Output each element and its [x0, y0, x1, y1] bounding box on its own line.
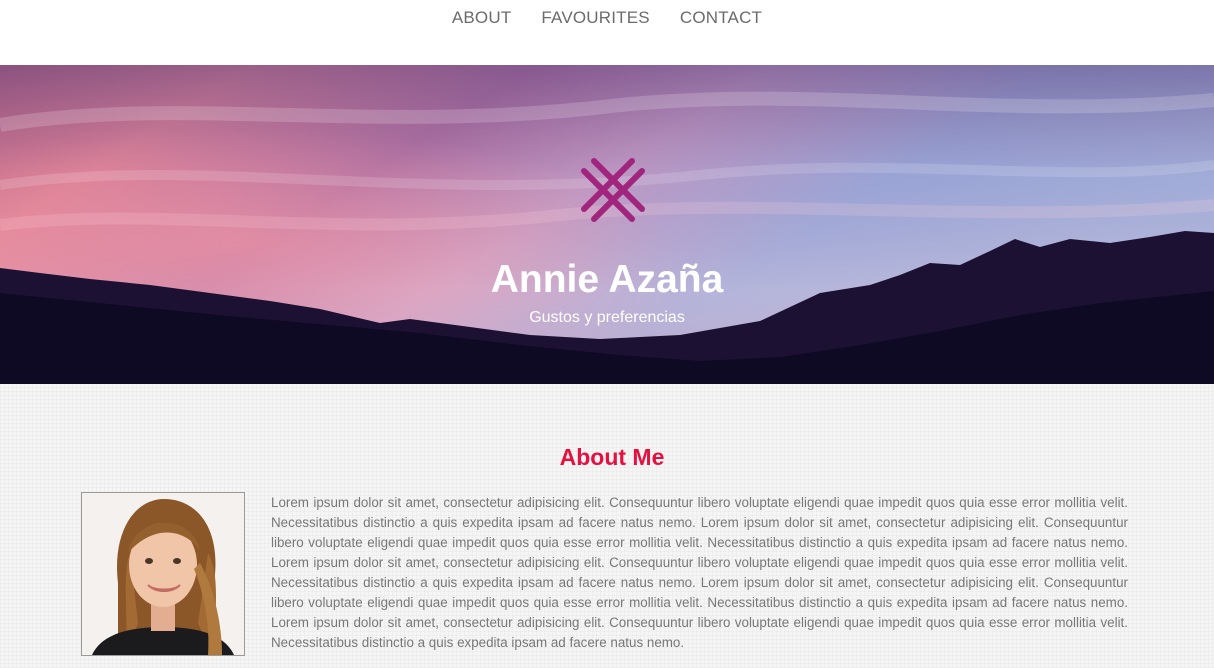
about-heading: About Me: [559, 444, 665, 470]
about-section: About Me Lorem ipsum dolor sit amet, con…: [0, 384, 1214, 668]
nav-link-about[interactable]: ABOUT: [452, 8, 512, 28]
profile-photo: [81, 492, 245, 656]
hero-title: Annie Azaña: [490, 258, 724, 301]
nav-link-contact[interactable]: CONTACT: [680, 8, 762, 28]
nav-link-favourites[interactable]: FAVOURITES: [541, 8, 649, 28]
hero-banner: Annie Azaña Gustos y preferencias: [0, 65, 1214, 384]
crosshatch-logo-icon: [581, 158, 645, 222]
profile-photo-image: [82, 493, 244, 655]
hero-subtitle: Gustos y preferencias: [529, 309, 685, 326]
top-navigation: ABOUT FAVOURITES CONTACT: [0, 0, 1214, 65]
about-bio-text: Lorem ipsum dolor sit amet, consectetur …: [271, 495, 1128, 650]
